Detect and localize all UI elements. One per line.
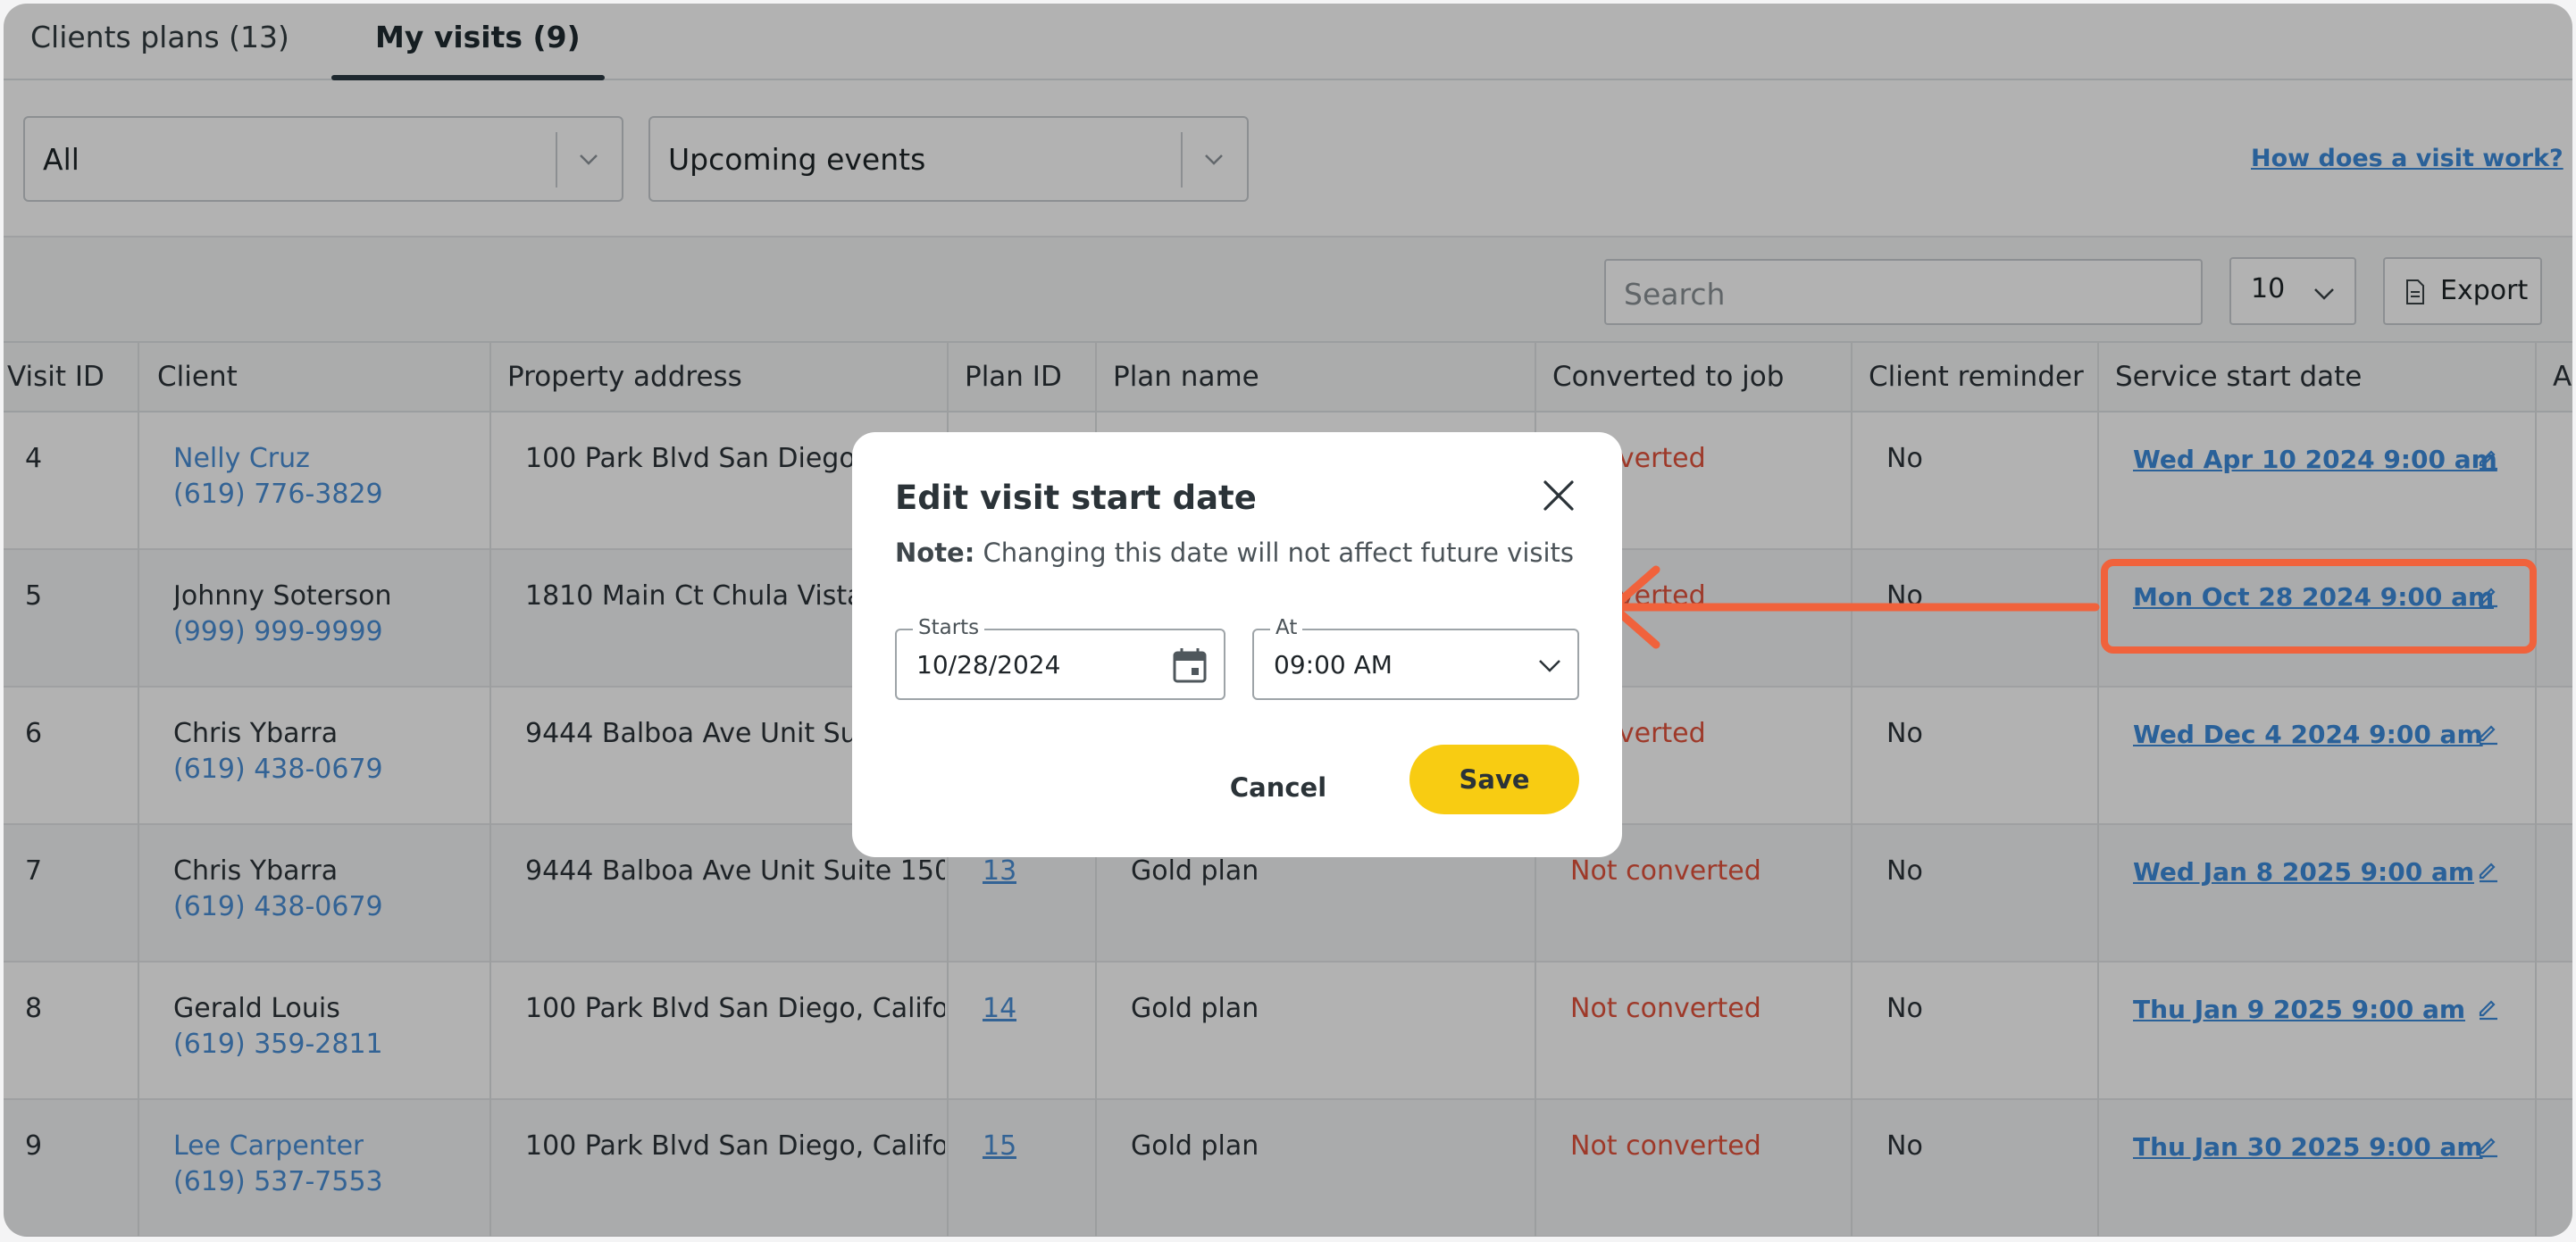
chevron-down-icon bbox=[1539, 660, 1560, 672]
start-date-label: Starts bbox=[913, 616, 985, 639]
start-time-select[interactable]: At 09:00 AM bbox=[1252, 616, 1579, 700]
dialog-note: Note: Changing this date will not affect… bbox=[895, 538, 1574, 568]
start-time-value: 09:00 AM bbox=[1274, 650, 1393, 679]
arrow-left-icon bbox=[1609, 565, 2100, 649]
start-date-field[interactable]: Starts 10/28/2024 bbox=[895, 616, 1225, 700]
cancel-button[interactable]: Cancel bbox=[1193, 761, 1363, 814]
start-time-label: At bbox=[1270, 616, 1303, 639]
start-date-value: 10/28/2024 bbox=[916, 650, 1061, 679]
note-text: Changing this date will not affect futur… bbox=[974, 538, 1575, 568]
calendar-icon[interactable] bbox=[1172, 646, 1208, 684]
note-label: Note: bbox=[895, 538, 975, 568]
save-button[interactable]: Save bbox=[1409, 745, 1579, 814]
highlight-box bbox=[2101, 559, 2537, 654]
dialog-title: Edit visit start date bbox=[895, 479, 1257, 517]
close-icon[interactable] bbox=[1538, 475, 1579, 516]
edit-visit-start-date-dialog: Edit visit start date Note: Changing thi… bbox=[852, 432, 1622, 857]
app-window: Clients plans (13) My visits (9) All Upc… bbox=[4, 4, 2572, 1237]
